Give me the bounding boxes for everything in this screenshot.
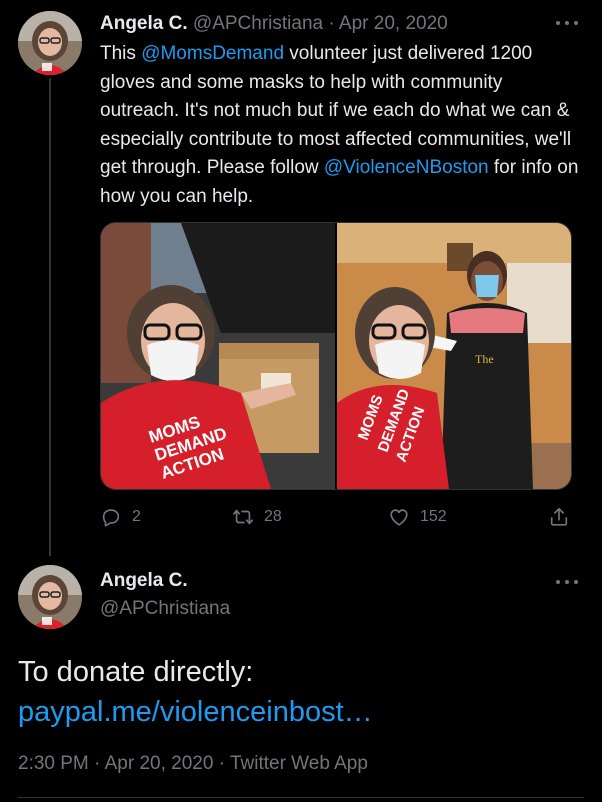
header-separator: · [328,13,335,34]
author-handle[interactable]: @APChristiana [193,13,323,34]
mention-link[interactable]: @ViolenceNBoston [324,157,489,178]
tweet-text: To donate directly: paypal.me/violencein… [18,652,588,732]
tweet-text-line: To donate directly: [18,656,254,688]
retweet-count: 28 [264,508,282,525]
tweet-header: Angela C. @APChristiana · Apr 20, 2020 [100,12,562,36]
avatar[interactable] [18,11,82,75]
share-icon [550,507,568,526]
tweet-text-part: This [100,43,142,64]
tweet-media[interactable]: MOMS DEMAND ACTION The MOMS DEMAND ACTIO… [100,222,572,490]
reply-button[interactable]: 2 [100,506,141,528]
media-photo-car-trunk[interactable]: MOMS DEMAND ACTION [101,223,335,489]
author-name[interactable]: Angela C. [100,570,188,592]
reply-icon [102,509,120,527]
tweet-text: This @MomsDemand volunteer just delivere… [100,40,580,211]
reply-count: 2 [132,508,141,525]
tweet-actions: 2 28 152 [100,506,570,534]
share-button[interactable] [548,506,570,528]
author-handle[interactable]: @APChristiana [100,598,230,620]
like-count: 152 [420,508,447,525]
like-icon [390,509,408,526]
mention-link[interactable]: @MomsDemand [141,43,284,64]
retweet-icon [233,509,253,525]
svg-text:The: The [475,352,494,366]
tweet-timestamp[interactable]: 2:30 PM · Apr 20, 2020 · Twitter Web App [18,753,368,775]
like-button[interactable]: 152 [388,506,447,528]
retweet-button[interactable]: 28 [232,506,282,528]
avatar[interactable] [18,565,82,629]
media-photo-volunteers[interactable]: The MOMS DEMAND ACTION [337,223,571,489]
divider [18,797,584,798]
thread-connector-line [49,78,51,556]
more-icon[interactable] [556,19,578,27]
donation-link[interactable]: paypal.me/violenceinbost… [18,692,588,732]
tweet-date[interactable]: Apr 20, 2020 [339,13,448,34]
more-icon[interactable] [556,578,578,586]
author-name[interactable]: Angela C. [100,13,188,34]
